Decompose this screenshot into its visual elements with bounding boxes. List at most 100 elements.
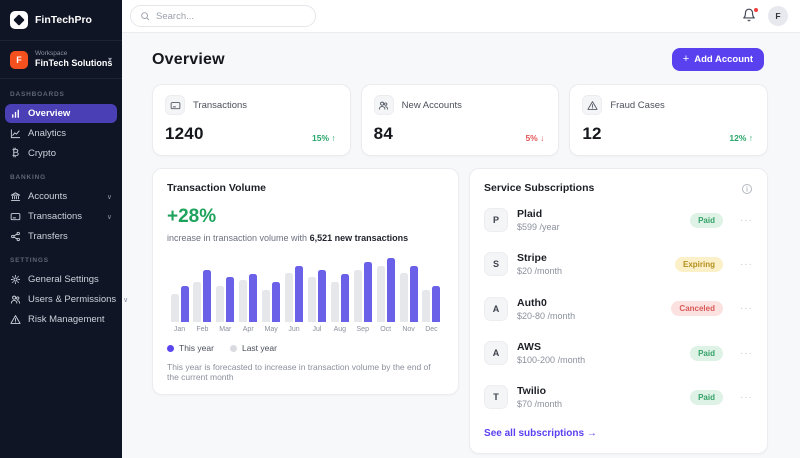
notifications-bell-icon[interactable] (742, 7, 759, 24)
stat-top: New Accounts (373, 95, 547, 115)
status-badge: Paid (690, 389, 723, 405)
last-year-bar (376, 265, 385, 322)
service-initial-avatar: S (484, 252, 509, 277)
month-label: Sep (356, 326, 369, 333)
service-initial-avatar: P (484, 208, 509, 233)
nav-section-label: BANKING (10, 174, 46, 182)
volume-subtitle-bold: 6,521 new transactions (309, 233, 409, 243)
fintechpro-logo-icon (10, 11, 28, 29)
add-account-button[interactable]: + Add Account (671, 48, 764, 71)
this-year-bar (249, 274, 258, 322)
service-name: Plaid (517, 208, 543, 220)
bar-pair (216, 258, 235, 322)
stat-value: 84 (373, 124, 393, 143)
users-icon (373, 95, 394, 115)
service-price: $599 /year (517, 222, 560, 233)
user-avatar[interactable]: F (768, 6, 788, 26)
nav-section-label: SETTINGS (10, 257, 49, 265)
sidebar-item-transfers[interactable]: Transfers (5, 227, 117, 246)
chart-month-aug: Aug (329, 258, 350, 333)
service-price: $20 /month (517, 266, 563, 277)
chart-month-nov: Nov (398, 258, 419, 333)
see-all-subscriptions-link[interactable]: See all subscriptions → (484, 428, 597, 439)
month-label: Jul (312, 326, 322, 333)
search-box[interactable] (130, 5, 316, 27)
last-year-bar (399, 273, 408, 322)
stat-trend: 5% ↓ (525, 133, 545, 143)
brand-name: FinTechPro (35, 14, 92, 26)
share-icon (10, 231, 21, 242)
subscriptions-header: Service Subscriptions (484, 182, 753, 194)
this-year-bar (409, 265, 418, 322)
legend-dot (229, 344, 237, 352)
chevron-down-icon: ▾ (107, 54, 112, 64)
more-options-icon[interactable]: ··· (740, 392, 753, 403)
stat-card-fraud-cases: Fraud Cases 12 12% ↑ (569, 84, 769, 156)
bar-pair (285, 258, 304, 322)
chart-month-mar: Mar (215, 258, 236, 333)
workspace-switcher[interactable]: F Workspace FinTech Solutions ▾ (0, 41, 122, 80)
sidebar-item-label: Risk Management (28, 314, 105, 326)
service-initial-avatar: T (484, 385, 509, 410)
this-year-bar (180, 285, 189, 322)
sidebar-item-users-permissions[interactable]: Users & Permissions ∨ (5, 290, 128, 309)
sidebar-item-analytics[interactable]: Analytics (5, 124, 117, 143)
search-input[interactable] (156, 10, 306, 22)
bank-icon (10, 191, 21, 202)
more-options-icon[interactable]: ··· (740, 303, 753, 314)
main-area: F Overview + Add Account Transactions124… (122, 0, 800, 458)
sidebar-item-accounts[interactable]: Accounts ∨ (5, 187, 117, 206)
page-title: Overview (152, 50, 225, 68)
sidebar-item-risk-management[interactable]: Risk Management (5, 310, 117, 329)
workspace-label: Workspace (35, 50, 68, 57)
month-label: Mar (219, 326, 232, 333)
gear-icon (10, 274, 21, 285)
nav-section-label: DASHBOARDS (10, 91, 65, 99)
subscription-row-stripe: S Stripe $20 /month Expiring ··· (484, 242, 753, 286)
sidebar-item-crypto[interactable]: ₿ Crypto (5, 144, 117, 163)
month-label: Nov (402, 326, 415, 333)
last-year-bar (170, 293, 179, 322)
bar-pair (307, 258, 326, 322)
bitcoin-icon: ₿ (11, 148, 20, 160)
sidebar-item-general-settings[interactable]: General Settings (5, 270, 117, 289)
bar-pair (193, 258, 212, 322)
subscription-row-twilio: T Twilio $70 /month Paid ··· (484, 375, 753, 419)
more-options-icon[interactable]: ··· (740, 348, 753, 359)
service-info: AWS $100-200 /month (517, 340, 681, 366)
month-label: Dec (425, 326, 438, 333)
this-year-bar (226, 277, 235, 322)
chevron-down-icon: ∨ (106, 193, 112, 201)
sidebar-item-label: Accounts (28, 191, 68, 203)
last-year-bar (193, 281, 202, 322)
card-icon (10, 211, 21, 222)
stat-trend: 12% ↑ (729, 133, 754, 143)
stat-top: Fraud Cases (582, 95, 755, 115)
this-year-bar (317, 269, 326, 322)
legend-dot (167, 344, 174, 352)
more-options-icon[interactable]: ··· (740, 259, 753, 270)
chart-month-may: May (261, 258, 282, 333)
stat-label: New Accounts (401, 99, 462, 111)
this-year-bar (386, 258, 395, 322)
users-icon (10, 294, 21, 305)
stat-label: Transactions (193, 99, 248, 111)
volume-card-title: Transaction Volume (167, 182, 266, 194)
service-initial-avatar: A (484, 341, 509, 366)
service-info: Twilio $70 /month (517, 384, 681, 410)
sidebar-item-transactions[interactable]: Transactions ∨ (5, 207, 117, 226)
search-icon (141, 12, 150, 21)
status-badge: Canceled (671, 301, 723, 317)
more-options-icon[interactable]: ··· (740, 215, 753, 226)
info-icon[interactable] (741, 182, 753, 194)
bar-pair (262, 258, 281, 322)
chart-month-feb: Feb (192, 258, 213, 333)
bar-pair (170, 258, 189, 322)
sidebar-item-overview[interactable]: Overview (5, 104, 117, 124)
service-initial-avatar: A (484, 296, 509, 321)
volume-subtitle-prefix: increase in transaction volume with (167, 233, 310, 243)
volume-footnote: This year is forecasted to increase in t… (167, 362, 431, 382)
alert-icon (10, 314, 21, 325)
service-price: $70 /month (517, 399, 563, 410)
month-label: May (264, 326, 278, 333)
